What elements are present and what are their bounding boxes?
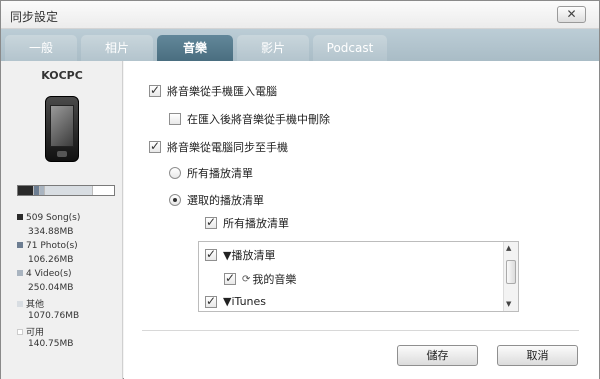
divider	[142, 330, 579, 331]
all-playlists-checkbox[interactable]	[205, 215, 217, 229]
storage-segment	[43, 186, 92, 195]
delete-after-import-checkbox[interactable]	[169, 113, 181, 125]
title-bar: 同步設定 ✕	[1, 1, 599, 29]
legend-free-value: 140.75MB	[28, 339, 74, 349]
device-info-panel: KOCPC 509 Song(s) 334.88MB 71 Photo(s) 1…	[1, 61, 123, 379]
sync-settings-dialog: 同步設定 ✕ 一般 相片 音樂 影片 Podcast KOCPC 509 Son…	[0, 0, 600, 379]
storage-segment	[18, 186, 34, 195]
playlist-tree: ▼播放清單 ⟳ 我的音樂 ▼iTunes ▲ ▼	[198, 241, 519, 312]
tab-music[interactable]: 音樂	[157, 35, 233, 61]
storage-usage-bar	[17, 185, 115, 196]
scroll-up-icon[interactable]: ▲	[506, 244, 511, 252]
legend-color-swatch	[17, 214, 23, 220]
sync-icon: ⟳	[242, 273, 251, 285]
legend-color-swatch	[17, 242, 23, 248]
device-name: KOCPC	[41, 69, 83, 82]
legend-color-swatch	[17, 301, 23, 307]
tab-videos[interactable]: 影片	[237, 35, 309, 61]
tree-item-playlists[interactable]: ▼播放清單	[205, 247, 275, 263]
tab-podcast[interactable]: Podcast	[313, 35, 387, 61]
tab-strip: 一般 相片 音樂 影片 Podcast	[1, 29, 599, 61]
phone-icon	[45, 96, 79, 162]
legend-photos-value: 106.26MB	[28, 255, 74, 265]
window-title: 同步設定	[10, 10, 59, 24]
tab-general[interactable]: 一般	[5, 35, 77, 61]
cancel-button[interactable]: 取消	[497, 345, 578, 366]
all-playlists-checkbox-option[interactable]: 所有播放清單	[205, 215, 289, 231]
legend-songs-value: 334.88MB	[28, 227, 74, 237]
storage-segment	[91, 186, 114, 195]
selected-playlists-radio[interactable]	[169, 194, 181, 206]
scroll-thumb[interactable]	[506, 260, 516, 284]
my-music-checkbox[interactable]	[224, 271, 236, 285]
import-music-option[interactable]: 將音樂從手機匯入電腦	[149, 83, 277, 99]
sync-music-checkbox[interactable]	[149, 139, 161, 153]
import-music-checkbox[interactable]	[149, 83, 161, 97]
music-settings-panel: 將音樂從手機匯入電腦 在匯入後將音樂從手機中刪除 將音樂從電腦同步至手機 所有播…	[124, 61, 599, 379]
save-button[interactable]: 儲存	[397, 345, 478, 366]
legend-color-swatch	[17, 329, 23, 335]
legend-other-value: 1070.76MB	[28, 311, 80, 321]
legend-videos-value: 250.04MB	[28, 283, 74, 293]
close-button[interactable]: ✕	[557, 6, 586, 23]
playlists-checkbox[interactable]	[205, 247, 217, 261]
tree-item-my-music[interactable]: ⟳ 我的音樂	[224, 271, 296, 287]
legend-photos: 71 Photo(s)	[17, 241, 78, 251]
scroll-down-icon[interactable]: ▼	[506, 300, 511, 308]
tree-item-itunes[interactable]: ▼iTunes	[205, 294, 266, 308]
legend-videos: 4 Video(s)	[17, 269, 72, 279]
legend-songs: 509 Song(s)	[17, 213, 80, 223]
selected-playlists-radio-option[interactable]: 選取的播放清單	[169, 192, 264, 208]
all-playlists-radio[interactable]	[169, 167, 181, 179]
delete-after-import-option[interactable]: 在匯入後將音樂從手機中刪除	[169, 111, 330, 127]
legend-other: 其他	[17, 297, 44, 310]
tab-photos[interactable]: 相片	[81, 35, 153, 61]
all-playlists-radio-option[interactable]: 所有播放清單	[169, 165, 253, 181]
tree-scrollbar[interactable]: ▲ ▼	[503, 242, 518, 311]
legend-color-swatch	[17, 270, 23, 276]
itunes-checkbox[interactable]	[205, 294, 217, 308]
sync-music-option[interactable]: 將音樂從電腦同步至手機	[149, 139, 288, 155]
legend-free: 可用	[17, 325, 44, 338]
